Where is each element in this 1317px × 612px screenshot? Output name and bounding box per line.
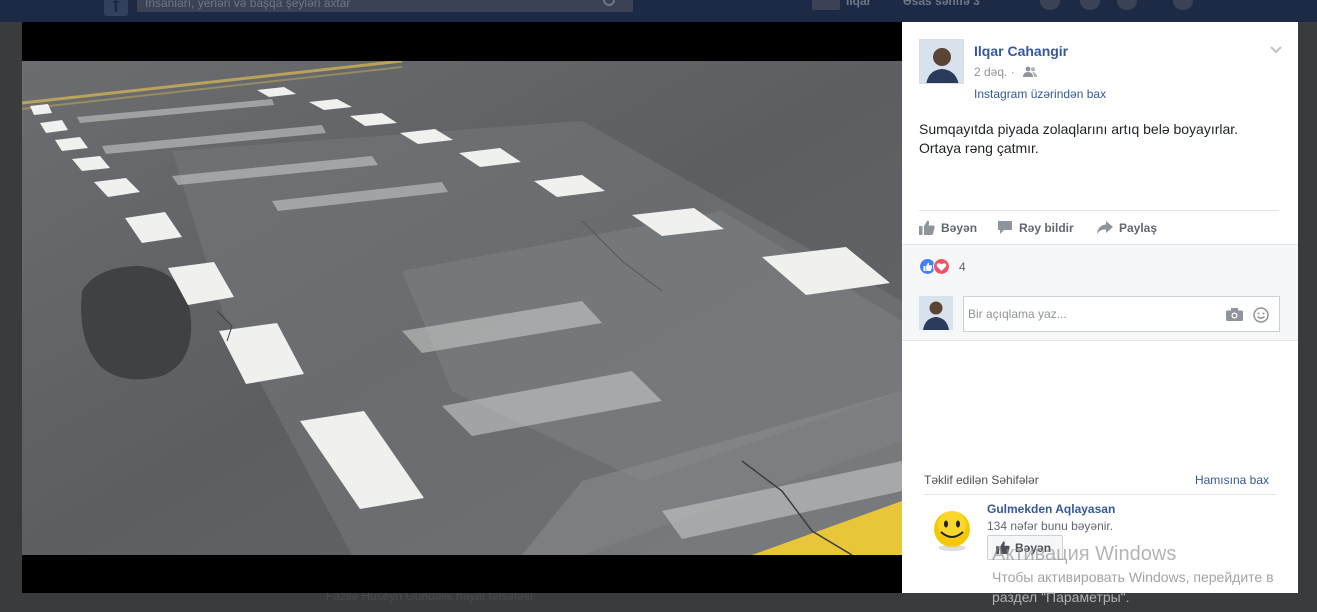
top-user-name[interactable]: İlqar [846, 0, 871, 8]
comment-label: Rəy bildir [1019, 221, 1074, 235]
current-user-avatar [919, 296, 953, 330]
like-label: Bəyən [941, 221, 978, 235]
suggested-page-name[interactable]: Gulmekden Aqlayasan [987, 502, 1115, 516]
messages-icon[interactable] [1080, 0, 1100, 10]
windows-activation-line1: Чтобы активировать Windows, перейдите в [992, 569, 1274, 585]
help-icon[interactable] [1173, 0, 1193, 10]
author-name[interactable]: Ilqar Cahangir [974, 43, 1068, 59]
emoji-icon[interactable] [1253, 307, 1269, 323]
post-time[interactable]: 2 dəq. · [974, 65, 1015, 79]
comment-placeholder: Bir açıqlama yaz... [968, 307, 1067, 321]
post-text-line: Sumqayıtda piyada zolaqlarını artıq belə… [919, 121, 1239, 137]
love-reaction-icon [933, 258, 950, 275]
home-count: 3 [973, 0, 980, 8]
instagram-link[interactable]: Instagram üzərindən bax [974, 87, 1106, 101]
post-photo[interactable] [22, 61, 902, 555]
comment-input[interactable]: Bir açıqlama yaz... [963, 296, 1280, 332]
top-search-box[interactable]: İnsanları, yerləri və başqa şeyləri axta… [137, 0, 633, 12]
reactions-and-comments: 4 Bir açıqlama yaz... [902, 244, 1298, 341]
suggested-pages-title: Təklif edilən Səhifələr [924, 473, 1039, 487]
post-text-line: Ortaya rəng çatmır. [919, 140, 1039, 156]
home-label: Əsas səhifə [903, 0, 970, 8]
chevron-down-icon[interactable] [1270, 43, 1282, 55]
top-search-placeholder: İnsanları, yerləri və başqa şeyləri axta… [145, 0, 351, 10]
thumbs-up-icon [919, 220, 935, 235]
friends-icon [1023, 66, 1037, 77]
comment-icon [998, 221, 1012, 234]
actions-divider [919, 210, 1279, 211]
post-side-panel: Ilqar Cahangir 2 dəq. · Instagram üzərin… [902, 22, 1298, 593]
top-navigation-bar: f İnsanları, yerləri və başqa şeyləri ax… [0, 0, 1317, 22]
notifications-icon[interactable] [1117, 0, 1137, 10]
photo-viewer [22, 22, 902, 593]
share-label: Paylaş [1119, 221, 1158, 235]
facebook-logo-icon[interactable]: f [104, 0, 128, 17]
camera-icon[interactable] [1226, 308, 1243, 321]
friend-requests-icon[interactable] [1040, 0, 1060, 10]
post-text: Sumqayıtda piyada zolaqlarını artıq belə… [919, 120, 1289, 158]
share-icon [1097, 221, 1113, 234]
search-icon[interactable] [603, 0, 615, 6]
windows-activation-line2: раздел "Параметры". [992, 589, 1130, 605]
crosswalk-photo [22, 61, 902, 555]
author-avatar[interactable] [919, 39, 964, 84]
reaction-count: 4 [959, 260, 966, 274]
see-all-link[interactable]: Hamısına bax [1195, 473, 1269, 487]
home-link[interactable]: Əsas səhifə 3 [903, 0, 980, 8]
suggested-divider [924, 494, 1276, 495]
post-actions: Bəyən Rəy bildir Paylaş [919, 218, 1279, 238]
post-header: Ilqar Cahangir 2 dəq. · Instagram üzərin… [919, 39, 1284, 109]
suggested-page-likes: 134 nəfər bunu bəyənir. [987, 519, 1114, 533]
top-user-avatar[interactable] [812, 0, 840, 10]
windows-activation-title: Активация Windows [992, 543, 1177, 565]
smiley-page-avatar[interactable] [930, 508, 974, 552]
